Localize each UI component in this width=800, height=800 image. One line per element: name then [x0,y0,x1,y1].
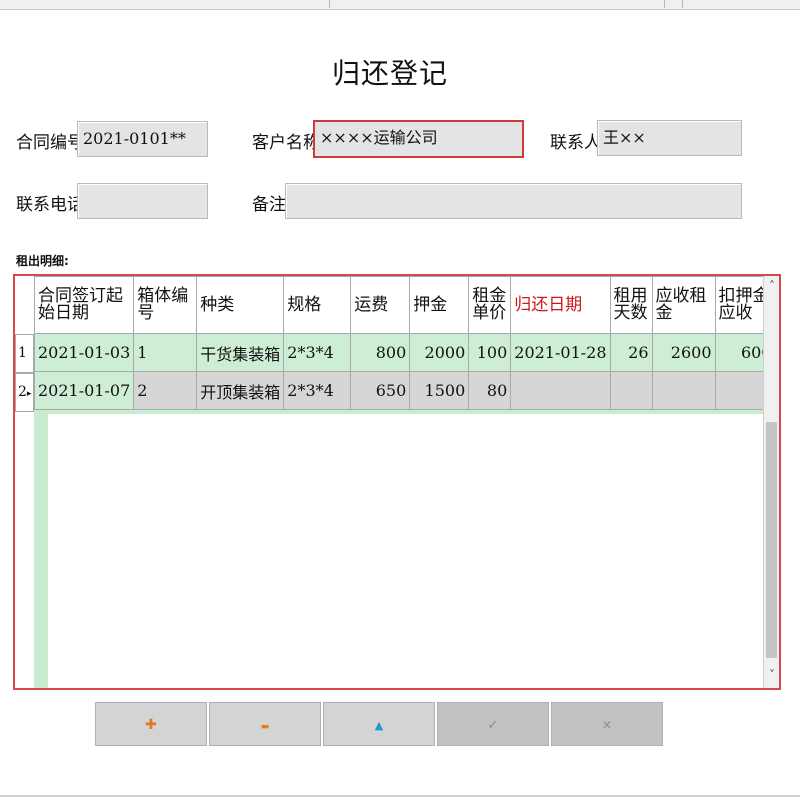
top-strip-segment [665,0,683,8]
data-table: 合同签订起始日期 箱体编号 种类 规格 运费 押金 租金单价 归还日期 租用天数… [33,276,776,410]
window-bottom-border [0,795,800,797]
contact-field[interactable]: 王×× [597,120,742,156]
remark-label: 备注 [252,195,286,215]
table-cell[interactable]: 100 [468,333,512,372]
top-strip-segment [0,0,330,8]
row-header[interactable]: 2▸ [15,373,34,412]
column-header[interactable]: 合同签订起始日期 [33,276,135,334]
table-cell[interactable]: 2021-01-28 [510,333,611,372]
column-header[interactable]: 应收租金 [651,276,716,334]
scroll-up-arrow-icon[interactable]: ˄ [764,279,779,293]
column-header[interactable]: 押金 [409,276,470,334]
phone-field[interactable] [77,183,208,219]
row-number: 2 [18,384,27,400]
window-top-strip [0,0,800,10]
column-header[interactable]: 规格 [283,276,352,334]
customer-name-label: 客户名称 [252,133,320,153]
table-cell[interactable]: 2021-01-03 [33,333,135,372]
table-cell[interactable]: 26 [609,333,653,372]
table-cell[interactable] [609,371,653,410]
table-cell[interactable]: 1500 [409,371,470,410]
table-cell[interactable]: 2*3*4 [283,371,352,410]
table-row[interactable]: 2021-01-03 1 干货集装箱 2*3*4 800 2000 100 20… [33,333,776,372]
table-cell[interactable]: 2021-01-07 [33,371,135,410]
page-title: 归还登记 [331,57,448,90]
grid-empty-area [34,414,763,688]
minus-icon: ▬ [260,722,270,732]
table-cell[interactable]: 1 [133,333,198,372]
contract-no-label: 合同编号 [16,133,84,153]
table-cell[interactable] [651,371,716,410]
row-number: 1 [18,345,27,361]
column-header[interactable]: 箱体编号 [133,276,198,334]
add-row-button[interactable]: ✚ [95,702,207,746]
grid-empty-band [34,414,48,688]
scrollbar-thumb[interactable] [766,422,777,658]
remark-field[interactable] [285,183,742,219]
top-strip-segment [330,0,665,8]
check-icon: ✓ [487,718,499,733]
confirm-button[interactable]: ✓ [437,702,549,746]
table-cell[interactable]: 2 [133,371,198,410]
current-row-indicator-icon: ▸ [26,389,32,399]
table-cell[interactable]: 干货集装箱 [196,333,285,372]
edit-row-button[interactable]: ▲ [323,702,435,746]
plus-icon: ✚ [145,717,157,733]
table-header-row: 合同签订起始日期 箱体编号 种类 规格 运费 押金 租金单价 归还日期 租用天数… [33,276,776,334]
customer-name-field[interactable]: ××××运输公司 [313,120,524,158]
phone-label: 联系电话 [16,195,84,215]
column-header[interactable]: 租金单价 [468,276,512,334]
table-cell[interactable]: 2*3*4 [283,333,352,372]
table-cell[interactable] [510,371,611,410]
close-icon: × [601,718,613,733]
delete-row-button[interactable]: ▬ [209,702,321,746]
scroll-down-arrow-icon[interactable]: ˅ [764,668,779,682]
table-cell[interactable]: 2600 [651,333,716,372]
row-header[interactable]: 1 [15,334,34,373]
column-header[interactable]: 租用天数 [609,276,653,334]
column-header[interactable]: 运费 [350,276,411,334]
contact-label: 联系人 [550,133,601,153]
rental-detail-grid[interactable]: 合同签订起始日期 箱体编号 种类 规格 运费 押金 租金单价 归还日期 租用天数… [13,274,781,690]
table-cell[interactable]: 650 [350,371,411,410]
table-row[interactable]: 2021-01-07 2 开顶集装箱 2*3*4 650 1500 80 [33,371,776,410]
return-registration-window: 归还登记 合同编号 2021-0101** 客户名称 ××××运输公司 联系人 … [0,0,800,800]
contract-no-field[interactable]: 2021-0101** [77,121,208,157]
table-cell[interactable]: 开顶集装箱 [196,371,285,410]
vertical-scrollbar[interactable]: ˄ ˅ [763,276,779,688]
grid-caption: 租出明细: [16,254,69,268]
table-cell[interactable]: 80 [468,371,512,410]
column-header-return-date[interactable]: 归还日期 [510,276,611,334]
table-cell[interactable]: 2000 [409,333,470,372]
triangle-up-icon: ▲ [374,719,384,732]
cancel-button[interactable]: × [551,702,663,746]
column-header[interactable]: 种类 [196,276,285,334]
table-cell[interactable]: 800 [350,333,411,372]
